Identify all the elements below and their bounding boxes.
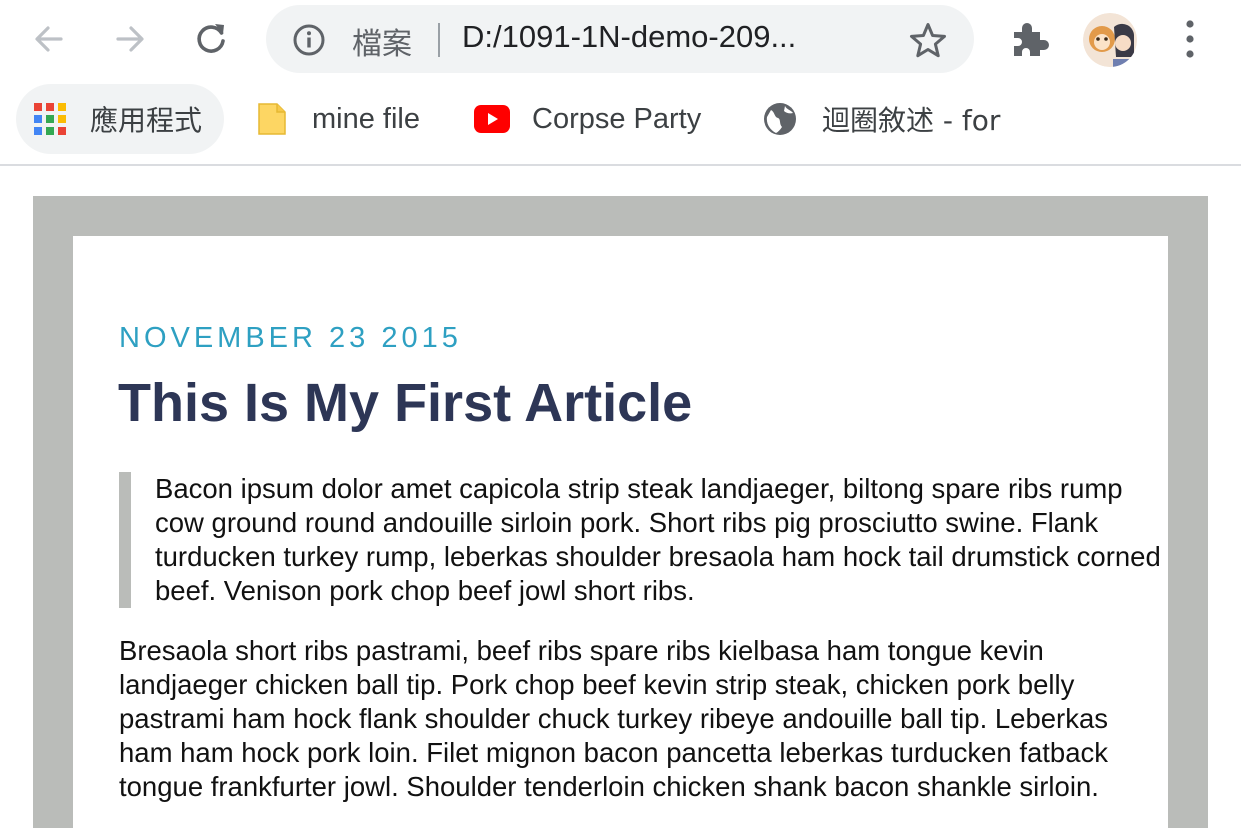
youtube-icon [474,101,510,137]
bookmark-label: Corpse Party [532,102,702,135]
profile-avatar[interactable] [1083,13,1137,67]
forward-button[interactable] [105,14,155,64]
back-button[interactable] [24,14,74,64]
bookmarks-bar: 應用程式 mine file Corpse Party 迴圈敘述 - for [0,80,1241,166]
article-title: This Is My First Article [118,373,693,433]
reload-button[interactable] [186,14,236,64]
bookmark-corpse-party[interactable]: Corpse Party [474,84,701,154]
address-bar[interactable]: 檔案 D:/1091-1N-demo-209... [266,5,974,73]
article-blockquote: Bacon ipsum dolor amet capicola strip st… [119,472,1165,608]
folder-icon [254,101,290,137]
article-card: NOVEMBER 23 2015 This Is My First Articl… [73,236,1168,836]
arrow-right-icon [116,26,144,52]
omnibox-divider [438,23,440,57]
browser-toolbar: 檔案 D:/1091-1N-demo-209... [0,0,1241,80]
globe-icon [762,101,798,137]
article-date: NOVEMBER 23 2015 [119,322,462,354]
page-frame: NOVEMBER 23 2015 This Is My First Articl… [33,196,1208,836]
bookmark-apps[interactable]: 應用程式 [16,84,224,154]
star-icon[interactable] [908,21,948,61]
avatar-image-icon [1083,13,1137,67]
url-text[interactable]: D:/1091-1N-demo-209... [462,19,796,55]
article-paragraph: Bresaola short ribs pastrami, beef ribs … [119,635,1109,802]
arrow-left-icon [35,26,63,52]
reload-icon [197,24,225,53]
bookmark-mine-file[interactable]: mine file [254,84,420,154]
more-vert-icon[interactable] [1172,16,1208,62]
bookmark-label: 迴圈敘述 - for [822,104,1001,137]
bookmark-loop-for[interactable]: 迴圈敘述 - for [762,84,1000,154]
apps-grid-icon [32,101,68,137]
url-scheme-label: 檔案 [352,27,412,62]
info-icon[interactable] [292,23,326,57]
bookmark-label: 應用程式 [90,104,203,137]
bookmark-label: mine file [312,102,420,135]
puzzle-icon[interactable] [1008,16,1052,60]
